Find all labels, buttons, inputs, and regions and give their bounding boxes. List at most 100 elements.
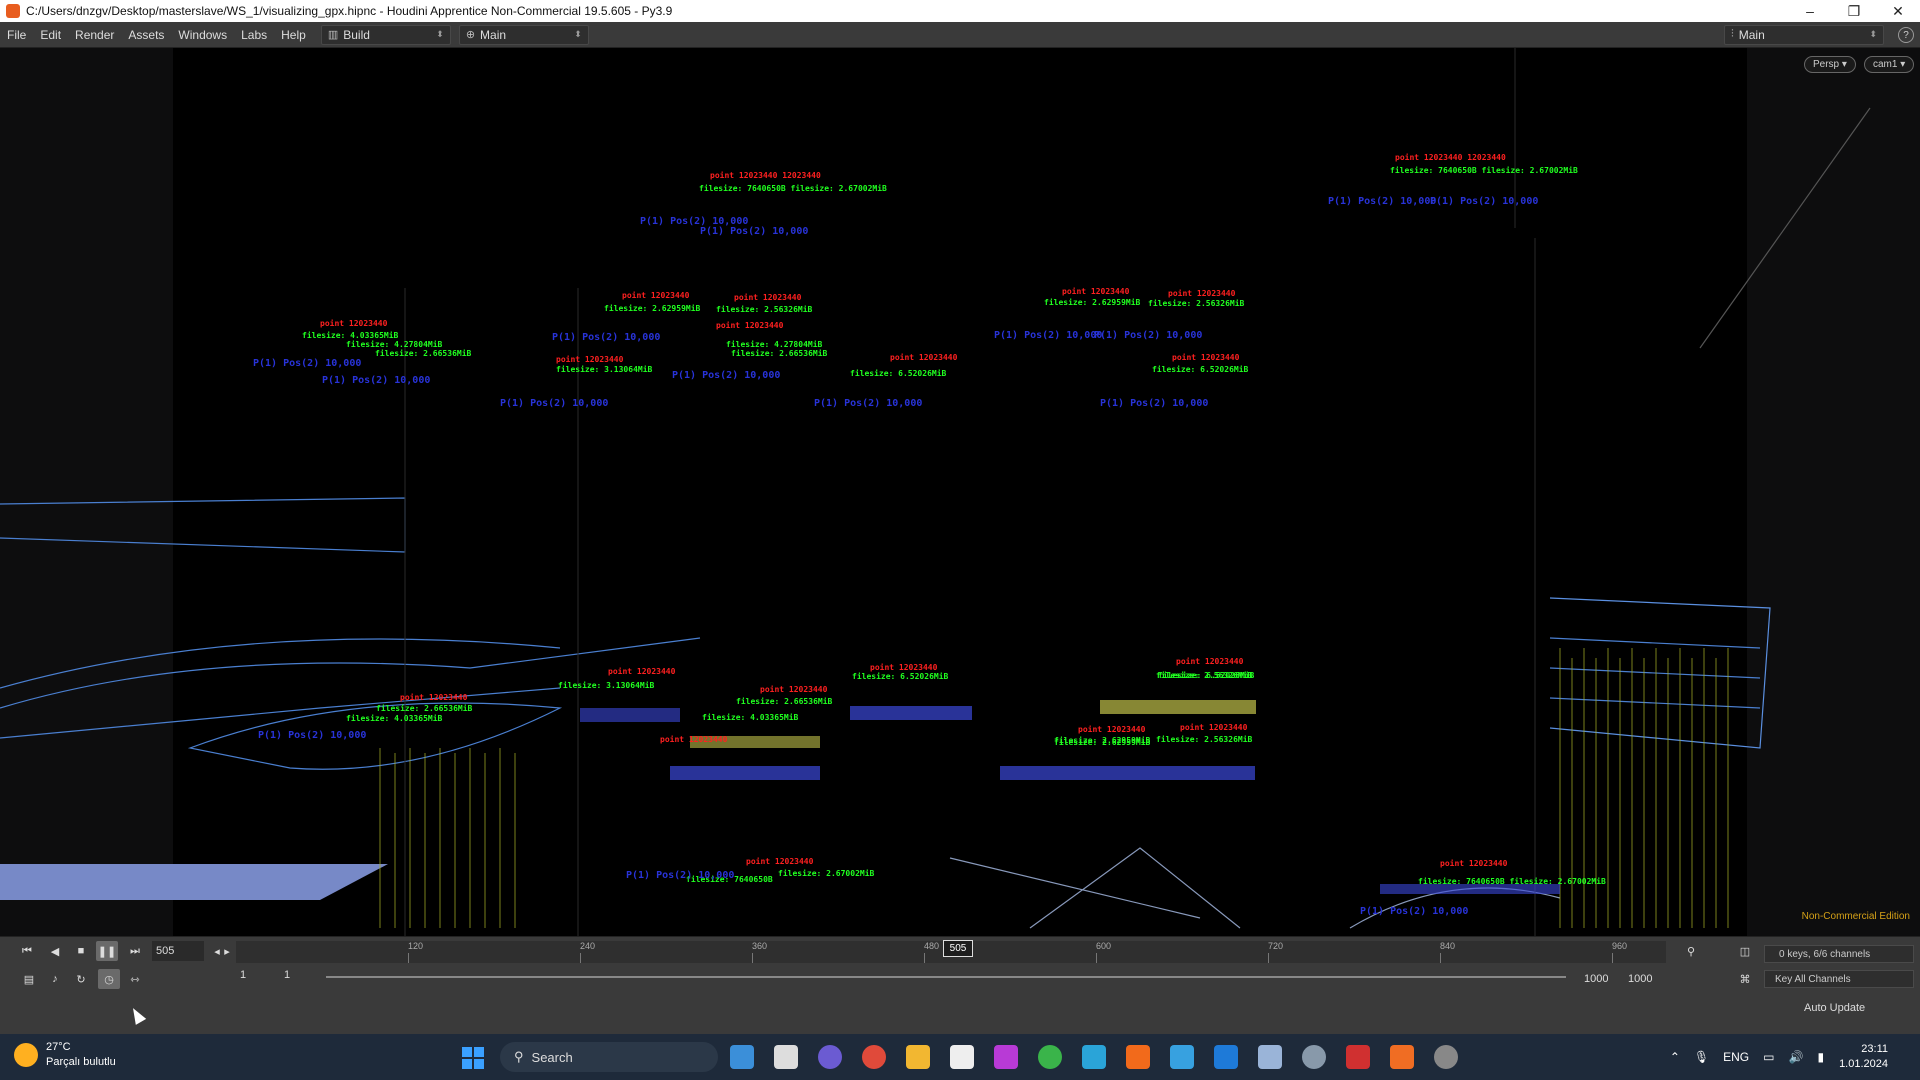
desktop-main-select[interactable]: ⊕ Main ⬍: [458, 24, 589, 45]
weather-widget[interactable]: 27°C Parçalı bulutlu: [14, 1040, 116, 1070]
timeline-bar: ⏮ ◀ ■ ❚❚ ⏭ 505 ◂ ▸ 120 240 360 480 600 7…: [0, 936, 1920, 992]
menu-render[interactable]: Render: [68, 28, 121, 42]
windows-start-icon[interactable]: [462, 1047, 484, 1069]
scene-viewport[interactable]: point 12023440 12023440 point 12023440 1…: [0, 48, 1920, 936]
filesize-label: filesize: 2.66536MiB: [376, 703, 473, 713]
range-end-secondary[interactable]: 1000: [1628, 973, 1652, 985]
key-icon[interactable]: ⌘: [1734, 969, 1756, 989]
menu-file[interactable]: File: [0, 28, 33, 42]
svg-text:point 12023440 12023440: point 12023440 12023440: [1395, 152, 1506, 162]
acrobat-icon[interactable]: [1346, 1045, 1370, 1069]
language-indicator[interactable]: ENG: [1723, 1050, 1749, 1064]
right-desktop-label: Main: [1738, 27, 1765, 42]
pause-icon[interactable]: ❚❚: [96, 941, 118, 961]
windows-taskbar: 27°C Parçalı bulutlu ⚲ Search ⌃ 🎙 ENG ▭ …: [0, 1034, 1920, 1080]
ruler-tick: [408, 953, 409, 963]
filesize-label: filesize: 6.52026MiB: [1152, 364, 1249, 374]
audio-icon[interactable]: ♪: [44, 969, 66, 989]
keys-channels-info[interactable]: 0 keys, 6/6 channels: [1764, 945, 1914, 963]
ruler-tick: [580, 953, 581, 963]
svg-text:point 12023440: point 12023440: [1172, 352, 1240, 362]
maximize-button[interactable]: ❐: [1832, 0, 1876, 22]
task-view-icon[interactable]: [774, 1045, 798, 1069]
svg-text:point 12023440: point 12023440: [716, 320, 784, 330]
microphone-icon[interactable]: 🎙: [1694, 1050, 1709, 1064]
play-reverse-icon[interactable]: ◀: [44, 941, 66, 961]
chevron-down-icon: ⬍: [436, 29, 444, 39]
file-explorer-icon[interactable]: [906, 1045, 930, 1069]
zoom-icon[interactable]: ⚲: [1680, 941, 1702, 961]
houdini-launcher-icon[interactable]: [1126, 1045, 1150, 1069]
instagram-icon[interactable]: [994, 1045, 1018, 1069]
notes-icon[interactable]: [1082, 1045, 1106, 1069]
filesize-label: filesize: 2.66536MiB: [375, 348, 472, 358]
remote-desktop-icon[interactable]: [1258, 1045, 1282, 1069]
point-clusters: [580, 700, 1560, 894]
channel-icon[interactable]: ◫: [1734, 941, 1756, 961]
range-track[interactable]: [326, 976, 1566, 978]
playback-range[interactable]: 1 1: [236, 969, 1576, 985]
ruler-tick: [1440, 953, 1441, 963]
playhead-frame[interactable]: 505: [943, 940, 973, 957]
range-start-secondary[interactable]: 1: [284, 969, 290, 981]
stop-icon[interactable]: ■: [70, 941, 92, 961]
realtime-icon[interactable]: ▤: [18, 969, 40, 989]
loop-icon[interactable]: ↻: [70, 969, 92, 989]
close-button[interactable]: ✕: [1876, 0, 1920, 22]
menu-edit[interactable]: Edit: [33, 28, 68, 42]
title-bar: C:/Users/dnzgv/Desktop/masterslave/WS_1/…: [0, 0, 1920, 22]
vscode-icon[interactable]: [1214, 1045, 1238, 1069]
unity-icon[interactable]: [1434, 1045, 1458, 1069]
settings-icon[interactable]: [1302, 1045, 1326, 1069]
jump-start-icon[interactable]: ⏮: [16, 941, 38, 961]
desktop-build-label: Build: [343, 27, 370, 42]
perspective-button[interactable]: Persp ▾: [1804, 56, 1856, 73]
svg-text:P(1) Pos(2) 10,000: P(1) Pos(2) 10,000: [253, 358, 361, 369]
menu-assets[interactable]: Assets: [121, 28, 171, 42]
help-icon[interactable]: ?: [1898, 27, 1914, 43]
camera-button[interactable]: cam1 ▾: [1864, 56, 1915, 73]
minimize-button[interactable]: –: [1788, 0, 1832, 22]
filesize-label: filesize: 2.62959MiB: [1044, 297, 1141, 307]
taskbar-search[interactable]: ⚲ Search: [500, 1042, 718, 1072]
teams-icon[interactable]: [818, 1045, 842, 1069]
widgets-icon[interactable]: [730, 1045, 754, 1069]
clock[interactable]: 23:11 1.01.2024: [1839, 1042, 1888, 1072]
desktop-build-select[interactable]: ▥ Build ⬍: [320, 24, 451, 45]
menu-labs[interactable]: Labs: [234, 28, 274, 42]
filesize-label: filesize: 7640650B filesize: 2.67002MiB: [1418, 876, 1606, 886]
svg-text:P(1) Pos(2) 10,000: P(1) Pos(2) 10,000: [322, 375, 430, 386]
clock-icon[interactable]: ◷: [98, 969, 120, 989]
svg-text:point 12023440: point 12023440: [890, 352, 958, 362]
auto-update-select[interactable]: Auto Update: [1804, 999, 1904, 1017]
range-icon[interactable]: ⇿: [124, 969, 146, 989]
ruler-tick: [924, 953, 925, 963]
filesize-label: filesize: 4.03365MiB: [346, 713, 443, 723]
weather-temperature: 27°C: [46, 1041, 71, 1053]
chevron-up-icon[interactable]: ⌃: [1670, 1050, 1680, 1064]
range-start[interactable]: 1: [240, 969, 246, 981]
menu-windows[interactable]: Windows: [171, 28, 234, 42]
network-icon[interactable]: ▭: [1763, 1050, 1774, 1064]
ruler-tick: [752, 953, 753, 963]
right-desktop-select[interactable]: ⫶ Main ⬍: [1724, 24, 1884, 45]
volume-icon[interactable]: 🔊: [1789, 1050, 1804, 1064]
key-all-channels-select[interactable]: Key All Channels: [1764, 970, 1914, 988]
chevron-down-icon: ⬍: [574, 29, 582, 39]
menu-help[interactable]: Help: [274, 28, 313, 42]
jump-end-icon[interactable]: ⏭: [124, 941, 146, 961]
ruler-tick: [1268, 953, 1269, 963]
git-icon[interactable]: [1170, 1045, 1194, 1069]
timeline-ruler[interactable]: 120 240 360 480 600 720 840 960 505: [236, 940, 1666, 963]
ruler-label: 240: [580, 941, 596, 951]
xbox-icon[interactable]: [1038, 1045, 1062, 1069]
step-forward-icon[interactable]: ▸: [216, 941, 238, 961]
houdini-taskbar-icon[interactable]: [1390, 1045, 1414, 1069]
ruler-tick: [1096, 953, 1097, 963]
current-frame-field[interactable]: 505: [152, 941, 204, 961]
rhino-icon[interactable]: [950, 1045, 974, 1069]
chrome-icon[interactable]: [862, 1045, 886, 1069]
non-commercial-label: Non-Commercial Edition: [1801, 911, 1910, 922]
range-end[interactable]: 1000: [1584, 973, 1608, 985]
battery-icon[interactable]: ▮: [1817, 1050, 1824, 1064]
